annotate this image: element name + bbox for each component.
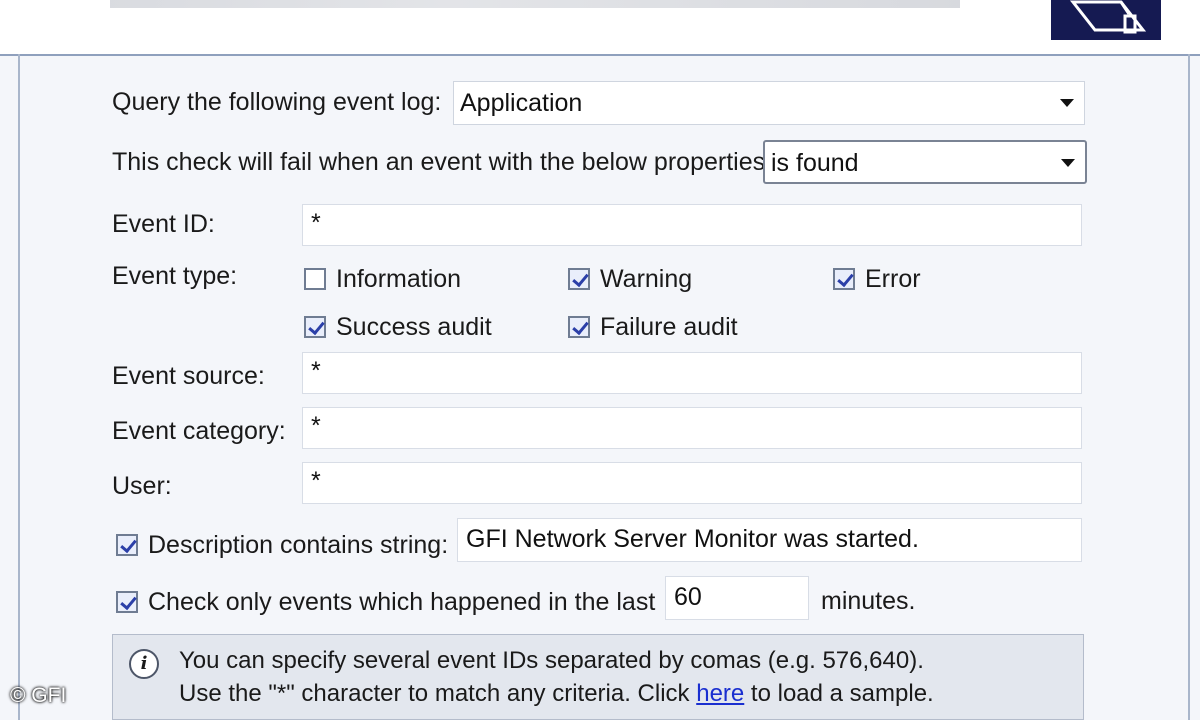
checkbox-box[interactable] (304, 316, 326, 338)
header-logo (1051, 0, 1161, 40)
fail-condition-dropdown[interactable]: is found (763, 140, 1087, 184)
minutes-input[interactable]: 60 (665, 576, 809, 620)
description-checkbox[interactable]: Description contains string: (116, 530, 448, 560)
checkbox-box[interactable] (304, 268, 326, 290)
event-log-dropdown[interactable]: Application (453, 81, 1085, 125)
fail-condition-selected: is found (771, 149, 859, 177)
checkbox-box[interactable] (116, 591, 138, 613)
checkbox-label: Error (865, 264, 921, 293)
checkbox-error[interactable]: Error (833, 264, 921, 294)
info-panel: i You can specify several event IDs sepa… (112, 634, 1084, 720)
event-category-value: * (311, 412, 321, 440)
checkbox-label: Failure audit (600, 312, 738, 341)
checkbox-label: Success audit (336, 312, 492, 341)
minutes-unit-label: minutes. (821, 587, 916, 615)
info-line-1: You can specify several event IDs separa… (179, 647, 924, 674)
checkbox-failure-audit[interactable]: Failure audit (568, 312, 738, 342)
info-line-2-text: Use the "*" character to match any crite… (179, 680, 697, 707)
event-category-label: Event category: (112, 417, 286, 445)
dialog-header (0, 0, 1200, 56)
info-line-2: Use the "*" character to match any crite… (179, 680, 934, 708)
event-source-label: Event source: (112, 362, 265, 390)
checkbox-box[interactable] (833, 268, 855, 290)
description-label: Description contains string: (148, 530, 449, 559)
event-id-field[interactable]: * (302, 204, 1082, 246)
user-label: User: (112, 472, 172, 500)
checkbox-box[interactable] (116, 534, 138, 556)
event-source-field[interactable]: * (302, 352, 1082, 394)
checkbox-box[interactable] (568, 316, 590, 338)
event-id-value: * (311, 209, 321, 237)
time-window-label: Check only events which happened in the … (148, 587, 656, 616)
checkbox-success-audit[interactable]: Success audit (304, 312, 492, 342)
event-log-selected: Application (460, 89, 583, 117)
info-line-2-tail: to load a sample. (744, 680, 934, 707)
event-type-label: Event type: (112, 262, 238, 290)
fail-condition-label: This check will fail when an event with … (112, 148, 766, 176)
checkbox-box[interactable] (568, 268, 590, 290)
checkbox-information[interactable]: Information (304, 264, 461, 294)
info-icon: i (129, 649, 159, 679)
event-category-field[interactable]: * (302, 407, 1082, 449)
minutes-value: 60 (674, 583, 702, 611)
monitor-logo-icon (1069, 0, 1147, 34)
event-source-value: * (311, 357, 321, 385)
event-id-label: Event ID: (112, 210, 215, 238)
query-event-log-label: Query the following event log: (112, 88, 442, 116)
checkbox-warning[interactable]: Warning (568, 264, 692, 294)
checkbox-label: Information (336, 264, 462, 293)
chevron-down-icon[interactable] (1060, 99, 1074, 107)
header-text-cropped (110, 0, 960, 8)
chevron-down-icon[interactable] (1061, 159, 1075, 167)
checkbox-label: Warning (600, 264, 693, 293)
time-window-checkbox[interactable]: Check only events which happened in the … (116, 587, 655, 617)
description-value: GFI Network Server Monitor was started. (466, 525, 919, 553)
user-value: * (311, 467, 321, 495)
description-field[interactable]: GFI Network Server Monitor was started. (457, 518, 1082, 562)
copyright-watermark: © GFI (10, 684, 67, 707)
load-sample-link[interactable]: here (696, 680, 744, 707)
user-field[interactable]: * (302, 462, 1082, 504)
